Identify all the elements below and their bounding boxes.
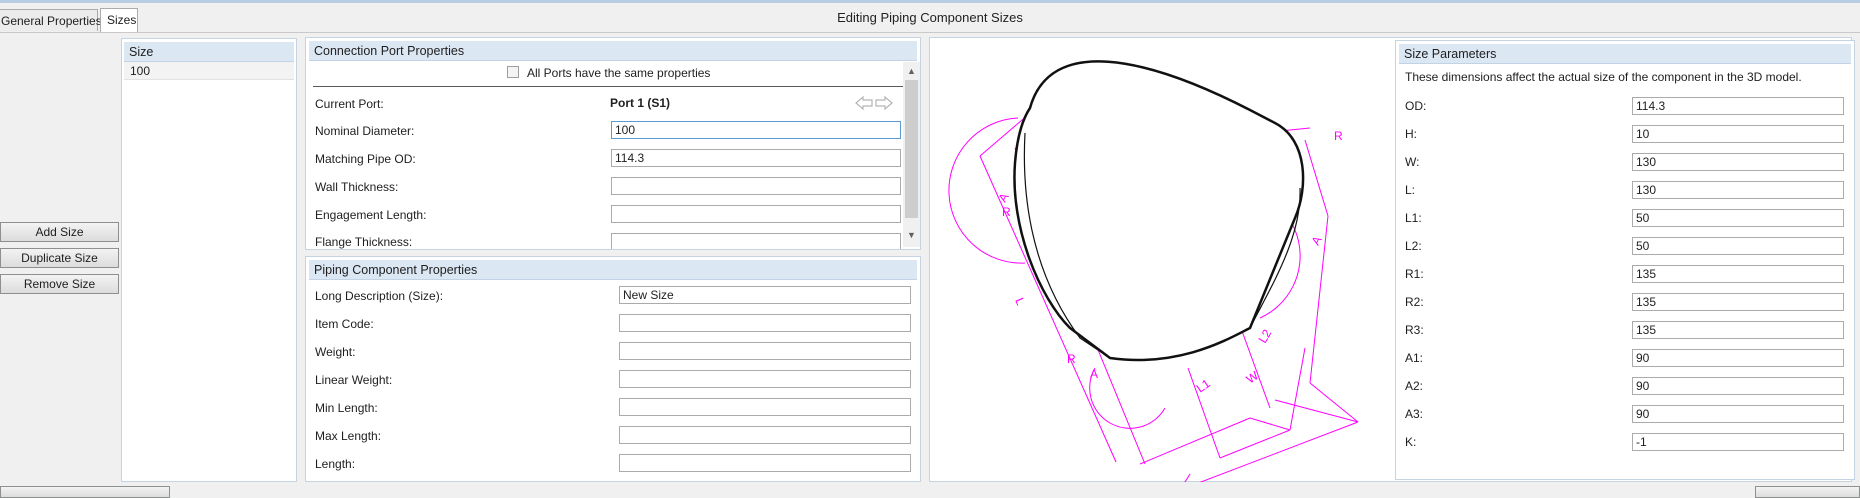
window-title: Editing Piping Component Sizes <box>837 10 1023 25</box>
flange-thickness-field[interactable] <box>611 233 901 249</box>
param-w-label: W: <box>1405 155 1420 169</box>
size-list-panel: Size 100 <box>121 38 297 482</box>
same-properties-label: All Ports have the same properties <box>527 66 711 80</box>
add-size-button[interactable]: Add Size <box>0 222 119 242</box>
size-actions: Add Size Duplicate Size Remove Size <box>0 222 120 302</box>
port-scrollbar[interactable]: ▲ ▼ <box>903 62 920 247</box>
dim-label-w: W <box>1244 368 1262 386</box>
length-field[interactable] <box>619 454 911 472</box>
next-port-icon[interactable] <box>875 95 893 111</box>
param-a1-label: A1: <box>1405 351 1424 365</box>
engagement-length-label: Engagement Length: <box>315 208 427 222</box>
scroll-down-icon[interactable]: ▼ <box>907 230 916 240</box>
component-diagram: A R L R A L1 L2 W A R <box>948 60 1359 482</box>
size-parameters-description: These dimensions affect the actual size … <box>1405 70 1802 84</box>
piping-component-header: Piping Component Properties <box>309 260 917 280</box>
param-a3-label: A3: <box>1405 407 1424 421</box>
param-l-label: L: <box>1405 183 1416 197</box>
nominal-diameter-label: Nominal Diameter: <box>315 124 415 138</box>
piping-component-panel: Piping Component Properties Long Descrip… <box>305 256 921 482</box>
matching-pipe-od-label: Matching Pipe OD: <box>315 152 416 166</box>
param-od-label: OD: <box>1405 99 1427 113</box>
param-r2-label: R2: <box>1405 295 1424 309</box>
size-parameters-panel: Size Parameters These dimensions affect … <box>1395 40 1855 480</box>
previous-port-icon[interactable] <box>855 95 873 111</box>
max-length-label: Max Length: <box>315 429 382 443</box>
param-l1-field[interactable]: 50 <box>1632 209 1844 227</box>
param-r3-field[interactable]: 135 <box>1632 321 1844 339</box>
engagement-length-field[interactable] <box>611 205 901 223</box>
dim-label-a-bottom: A <box>1090 367 1098 381</box>
dim-label-a-right: A <box>1308 234 1324 248</box>
nominal-diameter-field[interactable]: 100 <box>611 121 901 139</box>
param-a2-label: A2: <box>1405 379 1424 393</box>
dim-label-r-left: R <box>1002 205 1011 219</box>
param-r3-label: R3: <box>1405 323 1424 337</box>
param-w-field[interactable]: 130 <box>1632 153 1844 171</box>
flange-thickness-label: Flange Thickness: <box>315 235 413 249</box>
param-k-field[interactable]: -1 <box>1632 433 1844 451</box>
param-h-field[interactable]: 10 <box>1632 125 1844 143</box>
size-list-header: Size <box>124 42 294 62</box>
param-l2-label: L2: <box>1405 239 1422 253</box>
param-l-field[interactable]: 130 <box>1632 181 1844 199</box>
param-r2-field[interactable]: 135 <box>1632 293 1844 311</box>
min-length-field[interactable] <box>619 398 911 416</box>
weight-field[interactable] <box>619 342 911 360</box>
param-k-label: K: <box>1405 435 1417 449</box>
dim-label-l2: L2 <box>1255 327 1274 346</box>
param-od-field[interactable]: 114.3 <box>1632 97 1844 115</box>
scroll-up-icon[interactable]: ▲ <box>907 66 916 76</box>
same-properties-checkbox-row[interactable]: All Ports have the same properties <box>507 65 807 81</box>
dim-label-r-bottom: R <box>1067 352 1076 366</box>
remove-size-button[interactable]: Remove Size <box>0 274 119 294</box>
param-l1-label: L1: <box>1405 211 1422 225</box>
max-length-field[interactable] <box>619 426 911 444</box>
connection-port-panel: Connection Port Properties All Ports hav… <box>305 37 921 250</box>
size-list-item[interactable]: 100 <box>124 62 294 80</box>
param-l2-field[interactable]: 50 <box>1632 237 1844 255</box>
param-a1-field[interactable]: 90 <box>1632 349 1844 367</box>
param-a2-field[interactable]: 90 <box>1632 377 1844 395</box>
item-code-field[interactable] <box>619 314 911 332</box>
dim-label-r-right: R <box>1334 129 1343 143</box>
current-port-value: Port 1 (S1) <box>610 96 671 110</box>
current-port-label: Current Port: <box>315 97 384 111</box>
bottom-right-button[interactable] <box>1755 486 1860 498</box>
wall-thickness-field[interactable] <box>611 177 901 195</box>
length-label: Length: <box>315 457 356 471</box>
connection-port-header: Connection Port Properties <box>309 41 917 61</box>
long-description-label: Long Description (Size): <box>315 289 444 303</box>
port-divider <box>313 86 904 87</box>
linear-weight-label: Linear Weight: <box>315 373 393 387</box>
param-r1-label: R1: <box>1405 267 1424 281</box>
param-r1-field[interactable]: 135 <box>1632 265 1844 283</box>
matching-pipe-od-field[interactable]: 114.3 <box>611 149 901 167</box>
dim-label-a-left: A <box>995 191 1011 205</box>
scrollbar-thumb[interactable] <box>905 80 918 218</box>
long-description-field[interactable]: New Size <box>619 286 911 304</box>
weight-label: Weight: <box>315 345 356 359</box>
same-properties-checkbox[interactable] <box>507 66 519 78</box>
component-outline <box>1013 60 1305 362</box>
param-a3-field[interactable]: 90 <box>1632 405 1844 423</box>
min-length-label: Min Length: <box>315 401 378 415</box>
wall-thickness-label: Wall Thickness: <box>315 180 399 194</box>
bottom-left-button[interactable] <box>0 486 170 498</box>
linear-weight-field[interactable] <box>619 370 911 388</box>
size-parameters-header: Size Parameters <box>1399 44 1851 64</box>
duplicate-size-button[interactable]: Duplicate Size <box>0 248 119 268</box>
port-nav <box>855 95 893 111</box>
param-h-label: H: <box>1405 127 1417 141</box>
dim-label-l: L <box>1012 296 1028 308</box>
item-code-label: Item Code: <box>315 317 374 331</box>
